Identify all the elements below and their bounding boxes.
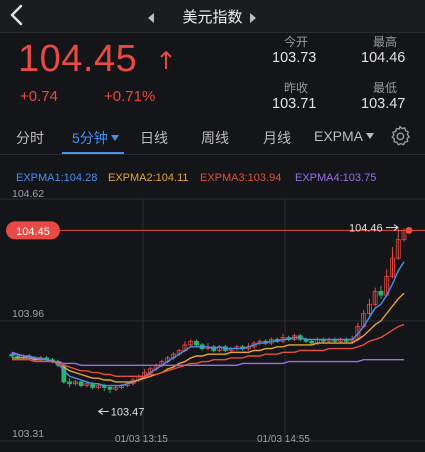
chevron-down-icon — [110, 135, 119, 141]
candles — [9, 228, 407, 393]
tab-5min-label: 5分钟 — [72, 130, 108, 146]
low-marker-label: 103.47 — [111, 406, 145, 418]
open-value: 103.73 — [272, 50, 317, 66]
y-axis-tick-label: 104.62 — [12, 188, 44, 200]
tab-indicator[interactable]: EXPMA — [314, 128, 375, 144]
last-price-label: 104.45 — [16, 226, 50, 238]
price-change-percent: +0.71% — [104, 88, 156, 105]
current-price: 104.45 — [18, 38, 138, 80]
price-change: +0.74 — [20, 88, 58, 105]
candle — [309, 340, 315, 344]
candle — [107, 387, 113, 390]
prev-close-value: 103.71 — [272, 96, 317, 112]
title-bar: 美元指数 — [0, 0, 425, 33]
tab-intraday[interactable]: 分时 — [16, 128, 44, 148]
candle — [378, 290, 384, 296]
expma-line-2 — [12, 292, 405, 383]
tab-weekly[interactable]: 周线 — [201, 128, 229, 148]
high-value: 104.46 — [361, 50, 406, 66]
page-title: 美元指数 — [182, 9, 243, 26]
high-marker-label: 104.46 — [349, 223, 383, 235]
candle — [67, 381, 73, 385]
legend-expma4: EXPMA4:103.75 — [295, 172, 377, 184]
legend-expma2: EXPMA2:104.11 — [108, 172, 189, 184]
tab-indicator-label: EXPMA — [314, 128, 364, 144]
tab-5min[interactable]: 5分钟 — [72, 128, 119, 148]
expma-lines — [11, 261, 405, 387]
candle — [78, 381, 84, 386]
prev-close-label: 昨收 — [284, 81, 309, 95]
up-arrow-icon — [160, 50, 172, 69]
legend-expma1: EXPMA1:104.28 — [16, 172, 98, 184]
x-axis-tick-label: 01/03 13:15 — [115, 434, 168, 445]
last-price-dot — [405, 226, 413, 234]
y-axis-tick-label: 103.96 — [12, 308, 44, 320]
chevron-down-icon — [366, 133, 375, 139]
tab-daily[interactable]: 日线 — [140, 128, 168, 148]
high-label: 最高 — [373, 35, 398, 49]
legend-expma3: EXPMA3:103.94 — [200, 172, 282, 184]
tab-monthly[interactable]: 月线 — [263, 128, 291, 148]
low-label: 最低 — [373, 81, 398, 95]
next-instrument-icon[interactable] — [250, 13, 256, 23]
candle — [194, 340, 199, 346]
y-axis-tick-label: 103.31 — [12, 428, 44, 440]
x-axis-tick-label: 01/03 14:55 — [257, 434, 310, 445]
period-tabs: 分时 5分钟 日线 周线 月线 EXPMA — [0, 118, 425, 155]
low-value: 103.47 — [361, 96, 406, 112]
open-label: 今开 — [284, 35, 309, 49]
kline-chart[interactable]: 104.62 103.96 103.31 01/03 13:15 01/03 14:55… — [0, 188, 425, 452]
gear-icon[interactable] — [389, 125, 411, 147]
active-tab-indicator — [62, 152, 124, 154]
